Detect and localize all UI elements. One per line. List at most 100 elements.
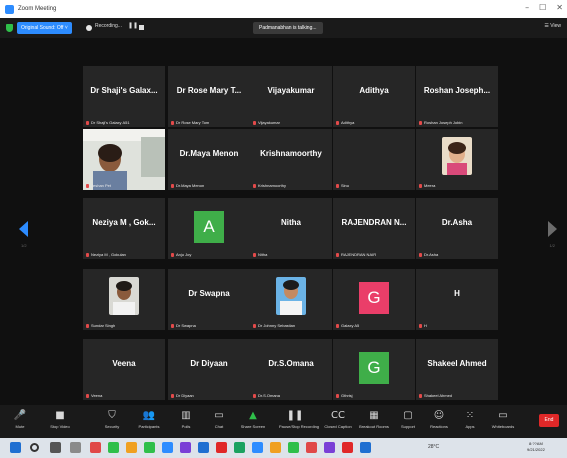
participant-tile[interactable]: Roshan Joseph... Roshan Joseph Jobin bbox=[416, 66, 498, 127]
breakout-rooms-button[interactable]: ▦ Breakout Rooms bbox=[358, 408, 390, 436]
participant-tile[interactable]: Krishnamoorthy Krishnamoorthy bbox=[250, 129, 332, 190]
next-page-arrow-icon[interactable] bbox=[548, 221, 557, 237]
participant-tile[interactable]: Dr Johnny Sebastian bbox=[250, 269, 332, 330]
participant-name: Nitha bbox=[281, 218, 301, 227]
share-screen-button[interactable]: ▲ Share Screen bbox=[237, 408, 269, 436]
participant-tile[interactable]: Nitha Nitha bbox=[250, 198, 332, 259]
participant-video-tile[interactable]: Jeshan Pet bbox=[83, 129, 165, 190]
close-button[interactable]: ✕ bbox=[556, 3, 563, 12]
muted-mic-icon bbox=[253, 252, 256, 257]
participant-tile[interactable]: Sinu bbox=[333, 129, 415, 190]
taskbar-app-icon[interactable] bbox=[324, 442, 335, 453]
windows-start-icon[interactable] bbox=[10, 442, 21, 453]
taskbar-app-icon[interactable] bbox=[144, 442, 155, 453]
smiley-icon: ☺ bbox=[433, 410, 445, 421]
participant-tile[interactable]: Sundar Singh bbox=[83, 269, 165, 330]
recording-label: Recording... bbox=[95, 23, 122, 29]
participant-tile[interactable]: Veena Veena bbox=[83, 339, 165, 400]
participant-tile[interactable]: H H bbox=[416, 269, 498, 330]
end-meeting-button[interactable]: End bbox=[539, 414, 559, 427]
muted-mic-icon bbox=[253, 393, 256, 398]
participant-tile[interactable]: Dr.Asha Dr.Asha bbox=[416, 198, 498, 259]
participant-name: Vijayakumar bbox=[267, 86, 315, 95]
support-icon: ▢ bbox=[403, 410, 413, 421]
task-view-icon[interactable] bbox=[50, 442, 61, 453]
search-icon[interactable] bbox=[30, 443, 39, 452]
taskbar-app-icon[interactable] bbox=[234, 442, 245, 453]
participant-tile[interactable]: Dr Diyaan Dr Diyaan bbox=[168, 339, 250, 400]
pause-stop-recording-button[interactable]: ❚❚ Pause/Stop Recording bbox=[279, 408, 319, 436]
participant-label: H bbox=[424, 323, 427, 328]
taskbar-app-icon[interactable] bbox=[108, 442, 119, 453]
participant-label: Dr Diyaan bbox=[176, 393, 194, 398]
participant-tile[interactable]: Meera bbox=[416, 129, 498, 190]
participant-label: Anju Joy bbox=[176, 252, 192, 257]
participant-label: Dr.Maya Menon bbox=[176, 183, 205, 188]
support-button[interactable]: ▢ Support bbox=[392, 408, 424, 436]
avatar: G bbox=[359, 352, 389, 384]
chrome-icon[interactable] bbox=[90, 442, 101, 453]
stop-recording-button[interactable] bbox=[139, 25, 144, 30]
participant-name: Shakeel Ahmed bbox=[427, 359, 487, 368]
taskbar-app-icon[interactable] bbox=[216, 442, 227, 453]
system-clock[interactable]: 8:??AM 9/21/2022 bbox=[527, 441, 545, 453]
minimize-button[interactable]: – bbox=[525, 3, 529, 12]
participant-tile[interactable]: Shakeel Ahmed Shakeel Ahmed bbox=[416, 339, 498, 400]
taskbar-app-icon[interactable] bbox=[306, 442, 317, 453]
windows-taskbar: 28°C 8:??AM 9/21/2022 bbox=[0, 438, 567, 458]
security-button[interactable]: ⛉ Security bbox=[96, 408, 128, 436]
participant-tile[interactable]: G Galaxy A5 bbox=[333, 269, 415, 330]
polls-button[interactable]: ▥ Polls bbox=[170, 408, 202, 436]
participant-name: Dr Shaji's Galax... bbox=[90, 86, 158, 95]
closed-caption-button[interactable]: CC Closed Caption bbox=[322, 408, 354, 436]
muted-mic-icon bbox=[171, 183, 174, 188]
participant-label: Roshan Joseph Jobin bbox=[424, 120, 463, 125]
taskbar-app-icon[interactable] bbox=[342, 442, 353, 453]
participant-name: Veena bbox=[112, 359, 136, 368]
participant-tile[interactable]: A Anju Joy bbox=[168, 198, 250, 259]
participant-tile[interactable]: Dr.Maya Menon Dr.Maya Menon bbox=[168, 129, 250, 190]
participant-tile[interactable]: Dr Swapna Dr Swapna bbox=[168, 269, 250, 330]
taskbar-app-icon[interactable] bbox=[198, 442, 209, 453]
participant-name: H bbox=[454, 289, 460, 298]
muted-mic-icon bbox=[171, 120, 174, 125]
chat-icon: ▭ bbox=[214, 410, 224, 421]
pause-recording-button[interactable]: ❚❚ bbox=[128, 22, 138, 29]
weather-readout[interactable]: 28°C bbox=[428, 444, 439, 450]
stop-video-button[interactable]: ■ Stop Video bbox=[44, 408, 76, 436]
participant-tile[interactable]: Adithya Adithya bbox=[333, 66, 415, 127]
original-sound-button[interactable]: Original Sound: Off ˅ bbox=[17, 22, 72, 34]
taskbar-app-icon[interactable] bbox=[162, 442, 173, 453]
participant-tile[interactable]: G Gthrisj bbox=[333, 339, 415, 400]
reactions-button[interactable]: ☺ Reactions bbox=[423, 408, 455, 436]
participants-button[interactable]: 👥 Participants bbox=[133, 408, 165, 436]
muted-mic-icon bbox=[336, 252, 339, 257]
participant-tile[interactable]: Vijayakumar Vijayakumar bbox=[250, 66, 332, 127]
previous-page-arrow-icon[interactable] bbox=[19, 221, 28, 237]
mute-button[interactable]: 🎤 Mute bbox=[4, 408, 36, 436]
participant-name: Dr.S.Omana bbox=[268, 359, 314, 368]
taskbar-app-icon[interactable] bbox=[360, 442, 371, 453]
maximize-button[interactable]: ☐ bbox=[539, 3, 546, 12]
profile-photo bbox=[276, 277, 306, 315]
participant-tile[interactable]: Dr Shaji's Galax... Dr Shaji's Galaxy A5… bbox=[83, 66, 165, 127]
participant-label: Vijayakumar bbox=[258, 120, 280, 125]
taskbar-app-icon[interactable] bbox=[180, 442, 191, 453]
taskbar-app-icon[interactable] bbox=[70, 442, 81, 453]
chat-button[interactable]: ▭ Chat bbox=[203, 408, 235, 436]
taskbar-app-icon[interactable] bbox=[288, 442, 299, 453]
participant-tile[interactable]: Neziya M , Gok... Neziya M , Gokulan bbox=[83, 198, 165, 259]
participant-label: Adithya bbox=[341, 120, 355, 125]
participant-label: Krishnamoorthy bbox=[258, 183, 287, 188]
participant-tile[interactable]: Dr Rose Mary T... Dr Rose Mary Tom bbox=[168, 66, 250, 127]
apps-button[interactable]: ⁙ Apps bbox=[454, 408, 486, 436]
participant-tile[interactable]: RAJENDRAN N... RAJENDRAN NAIR bbox=[333, 198, 415, 259]
zoom-taskbar-icon[interactable] bbox=[252, 442, 263, 453]
view-button[interactable]: ☰ View bbox=[544, 23, 561, 29]
participant-tile[interactable]: Dr.S.Omana Dr.S.Omana bbox=[250, 339, 332, 400]
shield-icon[interactable] bbox=[6, 24, 13, 32]
whiteboards-button[interactable]: ▭ Whiteboards bbox=[487, 408, 519, 436]
taskbar-app-icon[interactable] bbox=[270, 442, 281, 453]
file-explorer-icon[interactable] bbox=[126, 442, 137, 453]
participant-name: Roshan Joseph... bbox=[423, 86, 491, 95]
